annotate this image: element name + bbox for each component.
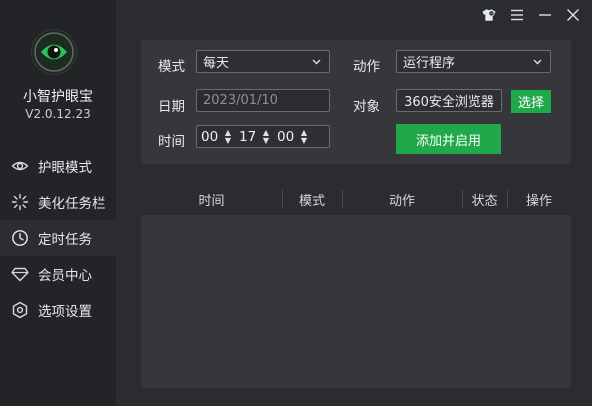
sidebar-item-settings[interactable]: 选项设置 [0,292,116,328]
settings-icon [11,301,29,319]
app-version: V2.0.12.23 [25,107,91,121]
mode-label: 模式 [158,59,185,75]
action-select[interactable]: 运行程序 [396,50,551,73]
app-logo [31,29,77,75]
column-header-action: 动作 [342,184,462,215]
date-label: 日期 [158,99,185,115]
sidebar-item-eye-mode[interactable]: 护眼模式 [0,148,116,184]
sidebar-item-scheduled-tasks[interactable]: 定时任务 [0,220,116,256]
time-spinner[interactable]: 00 ▲ ▼ 17 ▲ ▼ 00 ▲ ▼ [196,125,330,148]
column-header-time: 时间 [198,194,225,209]
column-header-mode: 模式 [282,184,342,215]
chevron-down-icon [533,59,542,65]
diamond-icon [11,265,29,283]
target-label: 对象 [353,99,380,115]
sidebar-item-label: 美化任务栏 [38,196,106,212]
sidebar-item-label: 定时任务 [38,232,92,248]
window-controls [480,6,582,24]
task-table: 时间 模式 动作 状态 操作 [141,184,571,388]
app-name: 小智护眼宝 [23,89,93,105]
sidebar-item-member-center[interactable]: 会员中心 [0,256,116,292]
caret-down-icon[interactable]: ▼ [225,136,231,145]
hour-stepper[interactable]: ▲ ▼ [223,128,233,145]
choose-button[interactable]: 选择 [511,90,551,113]
minimize-icon[interactable] [536,6,554,24]
sidebar-item-label: 护眼模式 [38,160,92,176]
skin-icon[interactable] [480,6,498,24]
column-header-status: 状态 [462,184,507,215]
action-select-value: 运行程序 [403,56,456,71]
mode-select-value: 每天 [203,56,230,71]
minute-value[interactable]: 17 [239,129,261,145]
hour-value[interactable]: 00 [201,129,223,145]
sidebar-item-label: 选项设置 [38,304,92,320]
second-value[interactable]: 00 [277,129,299,145]
minute-stepper[interactable]: ▲ ▼ [261,128,271,145]
sidebar-item-taskbar[interactable]: 美化任务栏 [0,184,116,220]
target-field[interactable]: 360安全浏览器 [396,89,502,112]
column-header-operation: 操作 [507,184,571,215]
chevron-down-icon [312,59,321,65]
sidebar: 小智护眼宝 V2.0.12.23 护眼模式 美化任务栏 定时任务 会员中心 选项… [0,0,116,406]
close-icon[interactable] [564,6,582,24]
date-field[interactable]: 2023/01/10 [196,89,330,112]
target-value: 360安全浏览器 [404,95,494,110]
mode-select[interactable]: 每天 [196,50,330,73]
date-value: 2023/01/10 [203,93,278,108]
clock-icon [11,229,29,247]
caret-down-icon[interactable]: ▼ [263,136,269,145]
task-form-panel: 模式 每天 动作 运行程序 日期 2023/01/10 对象 360安全浏览器 … [141,40,571,164]
sidebar-item-label: 会员中心 [38,268,92,284]
caret-down-icon[interactable]: ▼ [301,136,307,145]
action-label: 动作 [353,59,380,75]
eye-icon [11,157,29,175]
second-stepper[interactable]: ▲ ▼ [299,128,309,145]
add-and-enable-button[interactable]: 添加并启用 [396,124,501,154]
time-label: 时间 [158,134,185,150]
sparkle-icon [11,193,29,211]
menu-icon[interactable] [508,6,526,24]
eye-logo-icon [32,30,76,74]
table-header: 时间 模式 动作 状态 操作 [141,184,571,215]
